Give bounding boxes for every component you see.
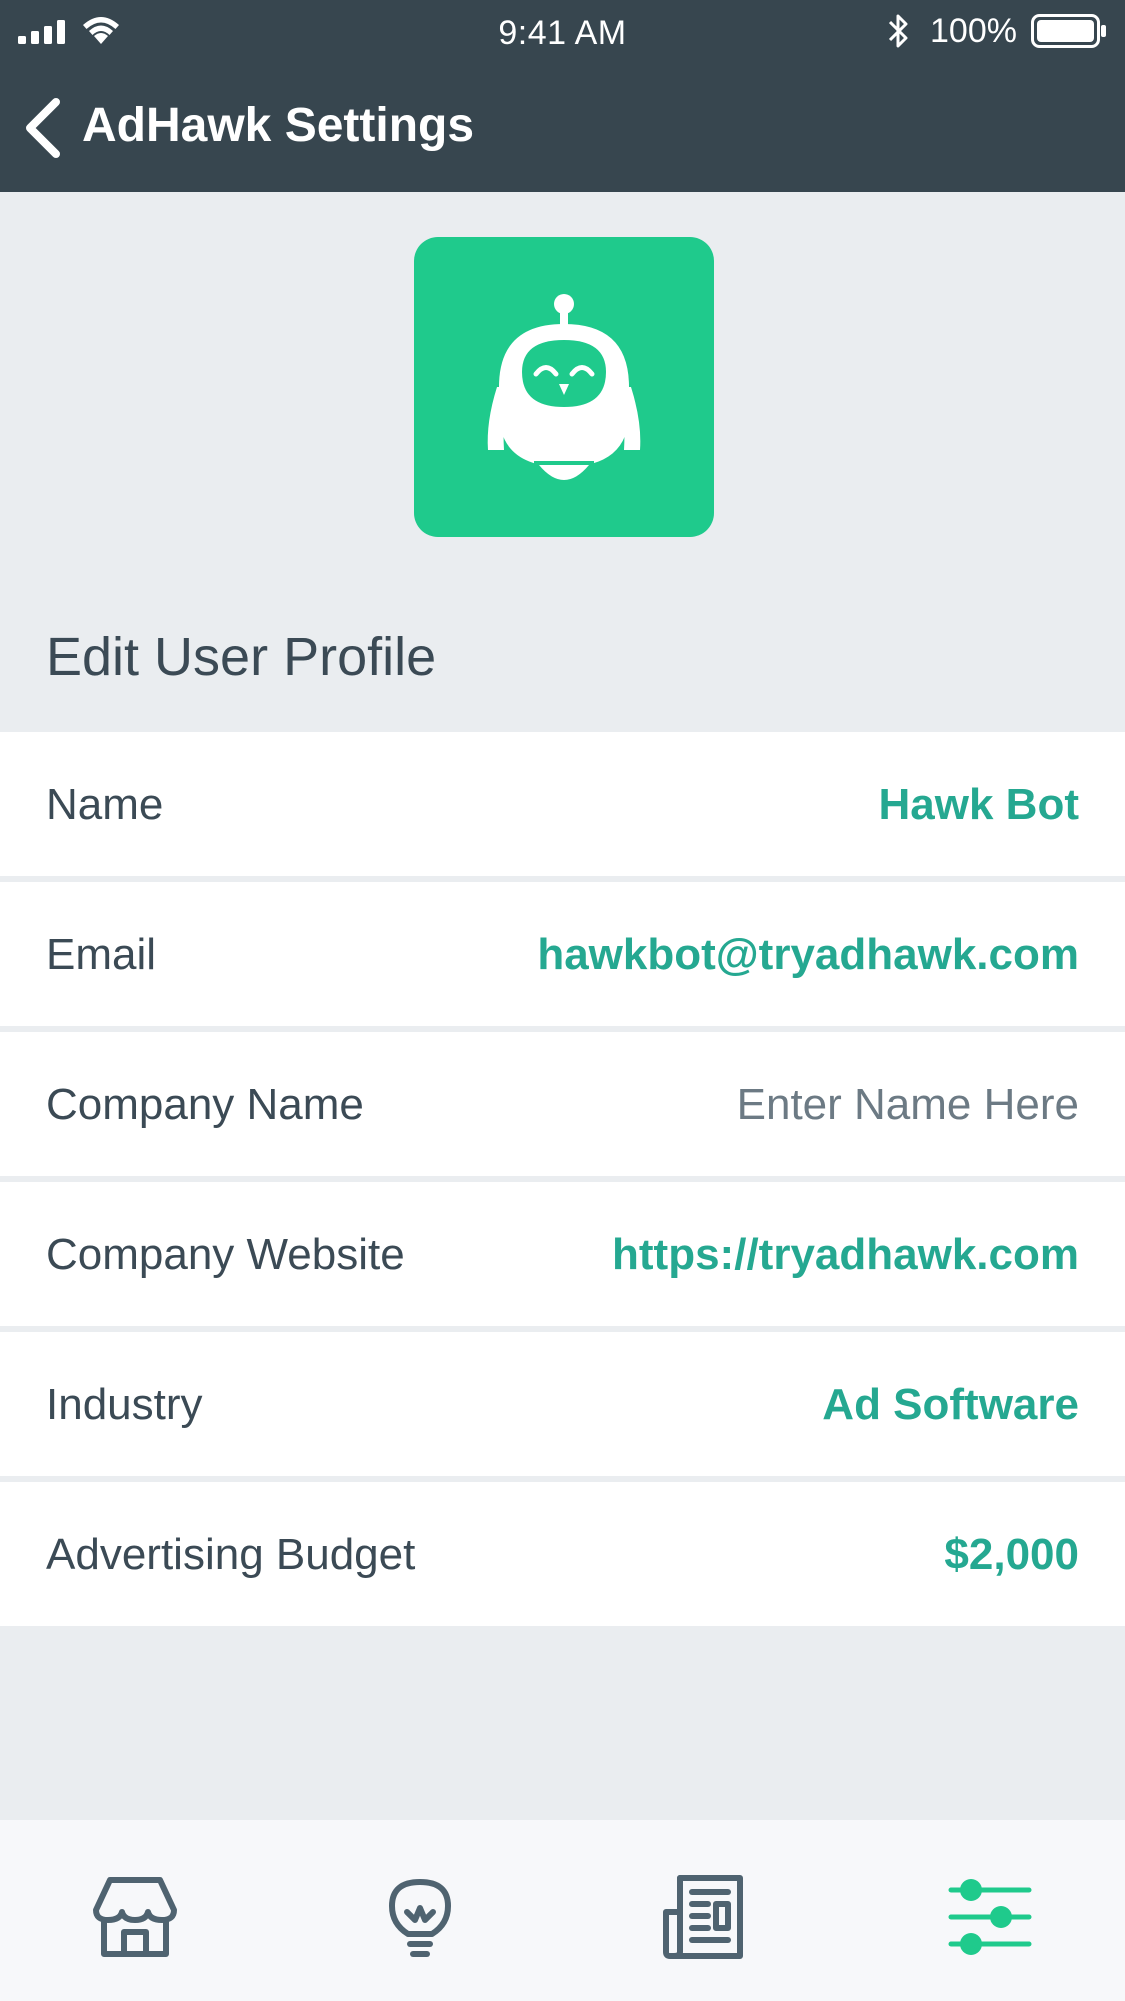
row-label: Industry	[46, 1380, 203, 1429]
tab-news[interactable]	[660, 1872, 750, 1962]
sliders-icon	[948, 1879, 1032, 1955]
company-name-input[interactable]: Enter Name Here	[737, 1080, 1079, 1130]
newspaper-icon	[663, 1875, 743, 1959]
bluetooth-icon	[888, 14, 908, 48]
industry-value[interactable]: Ad Software	[822, 1380, 1079, 1430]
row-label: Email	[46, 930, 157, 979]
row-label: Advertising Budget	[46, 1530, 416, 1579]
back-chevron-icon[interactable]	[22, 96, 64, 160]
nav-title: AdHawk Settings	[82, 99, 475, 152]
row-label: Company Name	[46, 1080, 364, 1129]
tab-storefront[interactable]	[90, 1872, 180, 1962]
section-title: Edit User Profile	[46, 627, 437, 687]
profile-row-company-website[interactable]: Company Website https://tryadhawk.com	[0, 1182, 1125, 1326]
profile-row-advertising-budget[interactable]: Advertising Budget $2,000	[0, 1482, 1125, 1626]
row-label: Company Website	[46, 1230, 405, 1279]
row-label: Name	[46, 780, 164, 829]
profile-row-email[interactable]: Email hawkbot@tryadhawk.com	[0, 882, 1125, 1026]
tab-bar	[0, 1820, 1125, 2001]
advertising-budget-value[interactable]: $2,000	[944, 1530, 1079, 1580]
company-website-value[interactable]: https://tryadhawk.com	[612, 1230, 1079, 1280]
profile-row-name[interactable]: Name Hawk Bot	[0, 732, 1125, 876]
name-value[interactable]: Hawk Bot	[879, 780, 1079, 830]
app-header: 9:41 AM 100% AdHawk Settings	[0, 0, 1125, 192]
lightbulb-icon	[389, 1879, 451, 1957]
tab-settings[interactable]	[945, 1872, 1035, 1962]
status-bar: 9:41 AM 100%	[0, 0, 1125, 64]
adhawk-logo[interactable]	[414, 237, 714, 537]
email-value[interactable]: hawkbot@tryadhawk.com	[537, 930, 1079, 980]
profile-row-company-name[interactable]: Company Name Enter Name Here	[0, 1032, 1125, 1176]
battery-percentage: 100%	[930, 12, 1017, 50]
battery-icon	[1031, 14, 1106, 48]
storefront-icon	[93, 1877, 177, 1957]
robot-mascot-icon	[487, 294, 641, 480]
profile-row-industry[interactable]: Industry Ad Software	[0, 1332, 1125, 1476]
tab-insights[interactable]	[375, 1872, 465, 1962]
